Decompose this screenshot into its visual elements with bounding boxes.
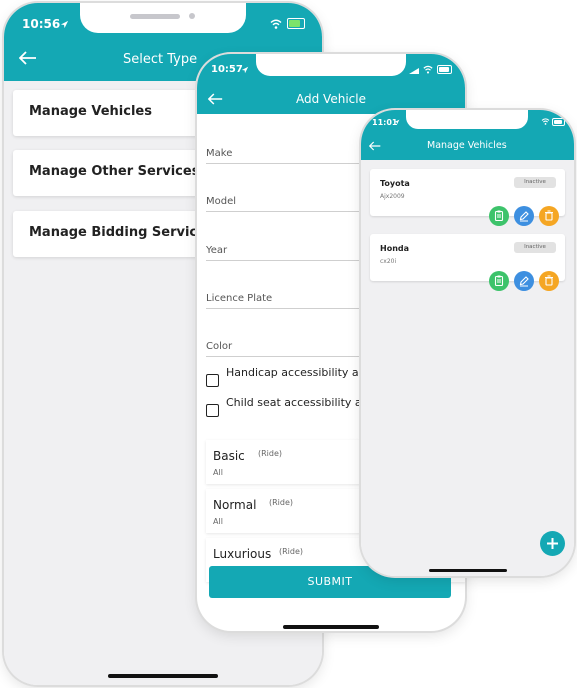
home-indicator xyxy=(108,674,218,678)
page-title: Manage Vehicles xyxy=(427,140,507,151)
category-tag: (Ride) xyxy=(269,498,294,507)
plus-icon xyxy=(547,538,558,549)
clipboard-icon[interactable] xyxy=(489,206,509,226)
battery-icon xyxy=(437,65,452,74)
battery-icon xyxy=(552,118,565,126)
phone-notch xyxy=(256,54,406,76)
category-sub: All xyxy=(213,517,223,526)
location-arrow-icon xyxy=(241,66,249,74)
checkbox-box[interactable] xyxy=(206,374,219,387)
vehicle-name: Honda xyxy=(380,244,410,253)
camera xyxy=(189,13,195,19)
category-name: Normal xyxy=(213,498,257,512)
field-label: Model xyxy=(206,196,237,207)
vehicle-plate: cx20i xyxy=(380,258,397,265)
field-label: Year xyxy=(206,245,228,256)
trash-icon[interactable] xyxy=(539,206,559,226)
vehicle-card-toyota[interactable]: Toyota Ajx2009 Inactive xyxy=(370,169,565,216)
category-name: Luxurious xyxy=(213,547,272,561)
status-time: 10:57 xyxy=(211,64,243,75)
field-label: Licence Plate xyxy=(206,293,273,304)
menu-item-label: Manage Other Services xyxy=(29,164,200,179)
status-badge: Inactive xyxy=(514,177,556,188)
edit-icon[interactable] xyxy=(514,271,534,291)
field-label: Color xyxy=(206,341,233,352)
clipboard-icon[interactable] xyxy=(489,271,509,291)
edit-icon[interactable] xyxy=(514,206,534,226)
phone-manage-vehicles: 11:01 Manage Vehicles Toyota Ajx2009 Ina… xyxy=(361,110,574,576)
location-arrow-icon xyxy=(394,119,400,125)
menu-item-label: Manage Vehicles xyxy=(29,104,152,119)
wifi-icon xyxy=(270,19,282,29)
back-arrow-icon[interactable] xyxy=(208,93,223,105)
wifi-icon xyxy=(541,118,550,125)
vehicle-name: Toyota xyxy=(380,179,410,188)
add-vehicle-fab[interactable] xyxy=(540,531,565,556)
page-title: Select Type xyxy=(123,52,198,67)
back-arrow-icon[interactable] xyxy=(369,141,381,151)
speaker xyxy=(130,14,180,19)
signal-icon xyxy=(409,67,419,74)
vehicle-plate: Ajx2009 xyxy=(380,193,405,200)
status-time: 10:56 xyxy=(22,17,61,31)
home-indicator xyxy=(283,625,379,629)
vehicle-card-honda[interactable]: Honda cx20i Inactive xyxy=(370,234,565,281)
category-tag: (Ride) xyxy=(279,547,304,556)
category-name: Basic xyxy=(213,449,245,463)
status-badge: Inactive xyxy=(514,242,556,253)
menu-item-label: Manage Bidding Services xyxy=(29,225,214,240)
phone-notch xyxy=(406,110,528,129)
category-sub: All xyxy=(213,468,223,477)
back-arrow-icon[interactable] xyxy=(19,51,37,65)
battery-icon xyxy=(287,18,305,29)
trash-icon[interactable] xyxy=(539,271,559,291)
wifi-icon xyxy=(423,65,433,74)
field-label: Make xyxy=(206,148,233,159)
home-indicator xyxy=(429,569,507,572)
location-arrow-icon xyxy=(60,20,69,29)
page-title: Add Vehicle xyxy=(296,92,366,106)
category-tag: (Ride) xyxy=(258,449,283,458)
manage-vehicles-body: Toyota Ajx2009 Inactive Honda cx20i Inac… xyxy=(361,160,574,576)
checkbox-box[interactable] xyxy=(206,404,219,417)
